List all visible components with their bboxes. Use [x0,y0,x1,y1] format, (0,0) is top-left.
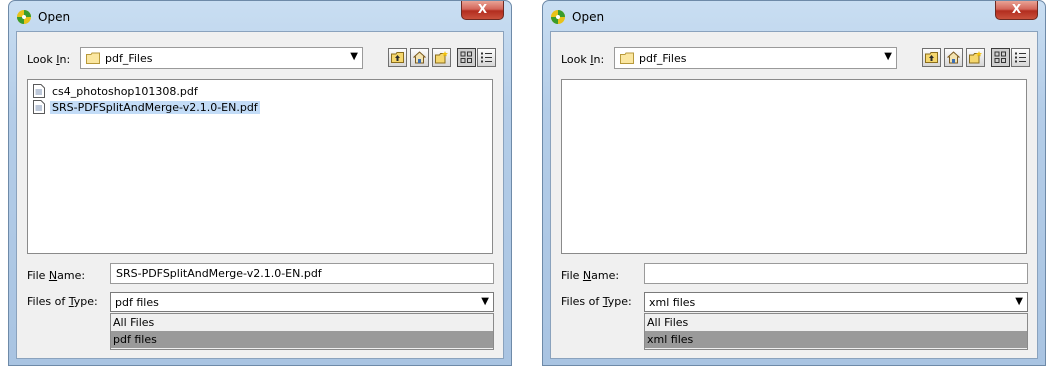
new-folder-button[interactable] [966,48,985,67]
files-of-type-dropdown: All Files pdf files [110,313,494,350]
files-of-type-label: Files of Type: [561,295,632,308]
dialog-client: Look In: pdf_Files ▼ [550,31,1038,359]
title-bar[interactable]: Open X [9,1,511,31]
look-in-value: pdf_Files [105,52,153,65]
type-option[interactable]: All Files [645,314,1027,331]
open-dialog-1: Open X Look In: pdf_Files ▼ cs4_photosho… [8,0,512,366]
up-folder-button[interactable] [388,48,407,67]
files-of-type-value: xml files [649,296,696,309]
look-in-combo[interactable]: pdf_Files ▼ [80,47,363,69]
new-folder-button[interactable] [432,48,451,67]
details-view-button[interactable] [477,48,496,67]
details-view-button[interactable] [1011,48,1030,67]
dropdown-arrow-icon[interactable]: ▼ [350,51,358,62]
file-name-label: File Name: [27,269,86,282]
files-of-type-dropdown: All Files xml files [644,313,1028,350]
type-option[interactable]: All Files [111,314,493,331]
files-of-type-select[interactable]: pdf files ▼ [110,292,494,312]
up-folder-icon [925,52,938,63]
details-view-icon [481,52,492,63]
home-icon [947,51,960,64]
look-in-value: pdf_Files [639,52,687,65]
file-name: SRS-PDFSplitAndMerge-v2.1.0-EN.pdf [50,101,260,114]
dialog-client: Look In: pdf_Files ▼ [16,31,504,359]
home-button[interactable] [410,48,429,67]
file-name-input[interactable] [644,263,1028,284]
app-icon [551,10,565,24]
list-view-button[interactable] [991,48,1010,67]
look-in-combo[interactable]: pdf_Files ▼ [614,47,897,69]
list-view-button[interactable] [457,48,476,67]
folder-icon [86,52,100,64]
open-dialog-2: Open X Look In: pdf_Files ▼ File Name: F… [542,0,1046,366]
look-in-label: Look In: [561,53,605,66]
dropdown-arrow-icon[interactable]: ▼ [884,51,892,62]
type-option-selected[interactable]: pdf files [111,331,493,348]
close-button[interactable]: X [461,1,504,20]
look-in-label: Look In: [27,53,71,66]
home-button[interactable] [944,48,963,67]
dropdown-arrow-icon[interactable]: ▼ [1015,296,1023,307]
close-icon: X [1011,2,1022,16]
title-bar[interactable]: Open X [543,1,1045,31]
app-icon [17,10,31,24]
close-icon: X [477,2,488,16]
up-folder-icon [391,52,404,63]
files-of-type-select[interactable]: xml files ▼ [644,292,1028,312]
file-name-label: File Name: [561,269,620,282]
window-title: Open [572,10,605,24]
window-title: Open [38,10,71,24]
document-icon [33,100,45,114]
dropdown-arrow-icon[interactable]: ▼ [481,296,489,307]
files-of-type-value: pdf files [115,296,159,309]
file-name: cs4_photoshop101308.pdf [52,85,198,98]
up-folder-button[interactable] [922,48,941,67]
files-of-type-label: Files of Type: [27,295,98,308]
file-name-input[interactable]: SRS-PDFSplitAndMerge-v2.1.0-EN.pdf [110,263,494,284]
close-button[interactable]: X [995,1,1038,20]
file-list[interactable]: cs4_photoshop101308.pdf SRS-PDFSplitAndM… [27,79,493,254]
list-view-icon [994,51,1006,63]
type-option-selected[interactable]: xml files [645,331,1027,348]
new-folder-icon [435,51,448,64]
document-icon [33,84,45,98]
file-list[interactable] [561,79,1027,254]
list-view-icon [460,51,472,63]
new-folder-icon [969,51,982,64]
home-icon [413,51,426,64]
folder-icon [620,52,634,64]
details-view-icon [1015,52,1026,63]
